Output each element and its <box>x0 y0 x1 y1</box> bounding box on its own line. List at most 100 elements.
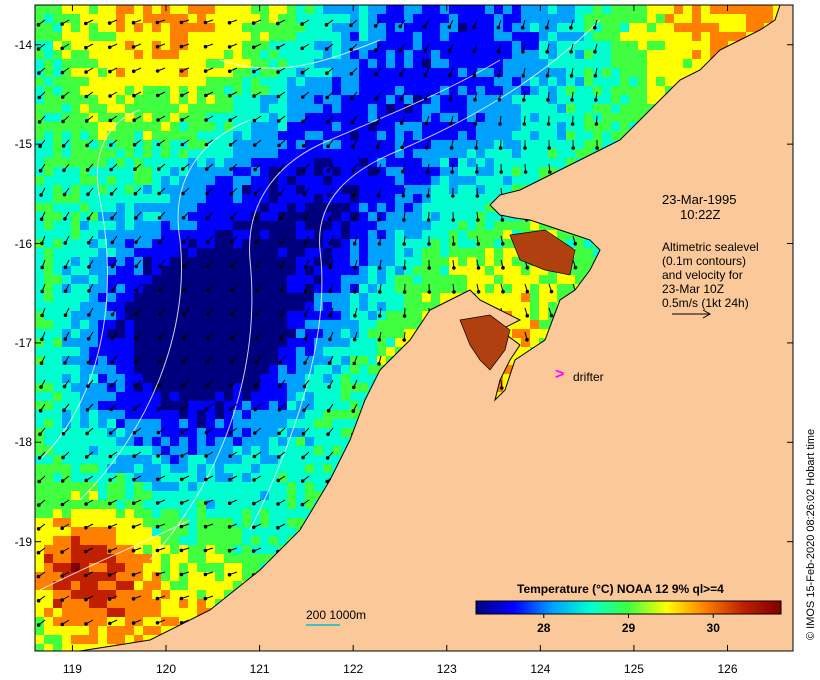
sst-pixel <box>278 419 287 428</box>
sst-pixel <box>386 230 395 239</box>
sst-pixel <box>53 203 62 212</box>
sst-pixel <box>737 14 746 23</box>
sst-pixel <box>143 284 152 293</box>
sst-pixel <box>152 437 161 446</box>
sst-pixel <box>98 410 107 419</box>
sst-pixel <box>53 491 62 500</box>
sst-pixel <box>98 428 107 437</box>
sst-pixel <box>350 86 359 95</box>
sst-pixel <box>305 131 314 140</box>
sst-pixel <box>539 104 548 113</box>
sst-pixel <box>233 59 242 68</box>
sst-pixel <box>422 230 431 239</box>
sst-pixel <box>53 149 62 158</box>
sst-pixel <box>440 50 449 59</box>
sst-pixel <box>269 158 278 167</box>
sst-pixel <box>242 14 251 23</box>
sst-pixel <box>440 104 449 113</box>
sst-pixel <box>332 437 341 446</box>
sst-pixel <box>611 95 620 104</box>
sst-pixel <box>287 149 296 158</box>
sst-pixel <box>170 401 179 410</box>
sst-pixel <box>152 464 161 473</box>
sst-pixel <box>242 77 251 86</box>
sst-pixel <box>143 491 152 500</box>
sst-pixel <box>422 14 431 23</box>
sst-pixel <box>161 131 170 140</box>
sst-pixel <box>44 104 53 113</box>
sst-pixel <box>44 77 53 86</box>
sst-pixel <box>296 374 305 383</box>
sst-pixel <box>602 5 611 14</box>
sst-pixel <box>152 32 161 41</box>
sst-pixel <box>332 401 341 410</box>
sst-pixel <box>53 365 62 374</box>
sst-pixel <box>530 284 539 293</box>
sst-pixel <box>215 392 224 401</box>
sst-pixel <box>305 275 314 284</box>
sst-pixel <box>53 221 62 230</box>
sst-pixel <box>296 185 305 194</box>
sst-pixel <box>80 446 89 455</box>
sst-pixel <box>71 338 80 347</box>
sst-pixel <box>332 140 341 149</box>
sst-pixel <box>710 32 719 41</box>
sst-pixel <box>233 230 242 239</box>
sst-pixel <box>368 32 377 41</box>
sst-pixel <box>152 365 161 374</box>
sst-pixel <box>161 149 170 158</box>
sst-pixel <box>242 401 251 410</box>
sst-pixel <box>62 59 71 68</box>
sst-pixel <box>548 41 557 50</box>
sst-pixel <box>242 302 251 311</box>
sst-pixel <box>377 32 386 41</box>
sst-pixel <box>260 338 269 347</box>
sst-pixel <box>314 5 323 14</box>
sst-pixel <box>224 221 233 230</box>
sst-pixel <box>647 77 656 86</box>
sst-pixel <box>242 419 251 428</box>
sst-pixel <box>737 23 746 32</box>
sst-pixel <box>44 257 53 266</box>
sst-pixel <box>233 293 242 302</box>
sst-pixel <box>287 212 296 221</box>
sst-pixel <box>422 86 431 95</box>
sst-pixel <box>170 203 179 212</box>
sst-pixel <box>116 77 125 86</box>
sst-pixel <box>53 464 62 473</box>
sst-pixel <box>116 347 125 356</box>
sst-pixel <box>287 266 296 275</box>
sst-pixel <box>431 293 440 302</box>
sst-pixel <box>161 302 170 311</box>
sst-pixel <box>341 68 350 77</box>
sst-pixel <box>494 86 503 95</box>
sst-pixel <box>557 149 566 158</box>
sst-pixel <box>98 257 107 266</box>
sst-pixel <box>521 14 530 23</box>
sst-pixel <box>71 329 80 338</box>
sst-pixel <box>125 158 134 167</box>
sst-pixel <box>404 230 413 239</box>
sst-pixel <box>350 257 359 266</box>
sst-pixel <box>242 491 251 500</box>
sst-pixel <box>368 221 377 230</box>
sst-pixel <box>305 158 314 167</box>
sst-pixel <box>71 365 80 374</box>
sst-pixel <box>287 257 296 266</box>
sst-pixel <box>332 293 341 302</box>
sst-pixel <box>89 275 98 284</box>
sst-pixel <box>71 500 80 509</box>
sst-pixel <box>44 95 53 104</box>
sst-pixel <box>413 59 422 68</box>
sst-pixel <box>224 347 233 356</box>
sst-pixel <box>458 221 467 230</box>
sst-pixel <box>440 113 449 122</box>
sst-pixel <box>467 203 476 212</box>
sst-pixel <box>152 203 161 212</box>
sst-pixel <box>206 437 215 446</box>
sst-pixel <box>233 509 242 518</box>
sst-pixel <box>170 473 179 482</box>
sst-pixel <box>611 122 620 131</box>
sst-pixel <box>71 473 80 482</box>
sst-pixel <box>584 68 593 77</box>
